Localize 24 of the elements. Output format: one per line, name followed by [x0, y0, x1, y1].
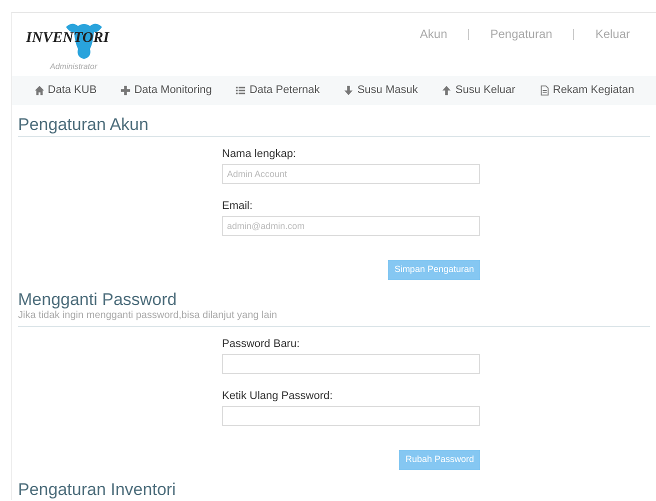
- home-icon: [34, 84, 45, 96]
- section-heading: Pengaturan Akun: [18, 115, 150, 135]
- nav-link[interactable]: Data KUB: [34, 82, 97, 99]
- field-label: Email:: [222, 199, 254, 213]
- section-subtitle: Jika tidak ingin mengganti password,bisa dilanjut yang lain: [18, 310, 278, 322]
- nav-link[interactable]: Susu Masuk: [343, 82, 418, 99]
- nav-link[interactable]: Rekam Kegiatan: [538, 82, 634, 99]
- plus-icon: [120, 84, 132, 96]
- nav-link[interactable]: Data Monitoring: [120, 82, 212, 99]
- field-label: Password Baru:: [222, 337, 301, 351]
- arrow-up-icon: [441, 84, 452, 96]
- arrow-down-icon: [343, 84, 354, 96]
- nav-link[interactable]: Susu Keluar: [441, 82, 516, 99]
- nav-link[interactable]: Data Peternak: [235, 82, 320, 99]
- input-field[interactable]: [222, 406, 480, 426]
- field-label: Nama lengkap:: [222, 147, 297, 161]
- document-icon: [538, 84, 550, 96]
- field-label: Ketik Ulang Password:: [222, 389, 334, 403]
- input-field[interactable]: Admin Account: [222, 164, 480, 184]
- section-heading: Mengganti Password: [18, 290, 178, 310]
- input-field[interactable]: admin@admin.com: [222, 216, 480, 236]
- list-icon: [235, 84, 246, 96]
- section-heading: Pengaturan Inventori: [18, 480, 177, 500]
- input-field[interactable]: [222, 354, 480, 374]
